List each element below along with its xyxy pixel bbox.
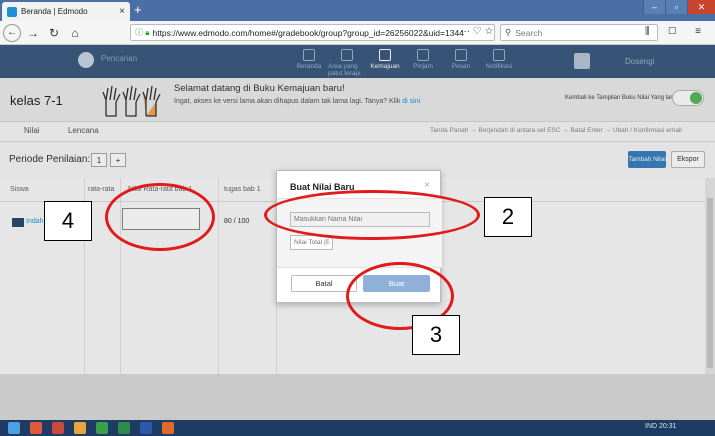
page-actions[interactable]: ··· ♡ ☆ — [460, 26, 493, 37]
browser-search-box[interactable]: ⚲ Search — [500, 24, 658, 41]
new-tab-button[interactable]: + — [134, 2, 142, 18]
folder-icon[interactable] — [74, 422, 86, 434]
search-placeholder: Search — [515, 27, 543, 38]
firefox-icon[interactable] — [162, 422, 174, 434]
lock-icon: ⓘ 🔒︎ — [135, 28, 150, 37]
excel-icon[interactable] — [118, 422, 130, 434]
tab-title: Beranda | Edmodo — [21, 7, 88, 16]
browser-tabstrip: Beranda | Edmodo × + – ▫ ✕ — [0, 0, 715, 21]
minimize-icon[interactable]: – — [643, 0, 665, 14]
maximize-icon[interactable]: ▫ — [665, 0, 687, 14]
forward-icon[interactable]: → — [24, 24, 42, 42]
start-icon[interactable] — [8, 422, 20, 434]
search-icon: ⚲ — [505, 27, 512, 37]
annotation-label-2: 2 — [484, 197, 532, 237]
annotation-ellipse-4 — [105, 183, 215, 251]
address-bar[interactable]: ⓘ 🔒︎ https://www.edmodo.com/home#/gradeb… — [130, 24, 495, 41]
reload-icon[interactable]: ↻ — [45, 24, 63, 42]
word-icon[interactable] — [140, 422, 152, 434]
chrome-icon[interactable] — [96, 422, 108, 434]
window-controls: – ▫ ✕ — [643, 0, 715, 14]
close-icon[interactable]: × — [424, 180, 430, 191]
app-icon[interactable] — [30, 422, 42, 434]
home-icon[interactable]: ⌂ — [66, 24, 84, 42]
browser-menu-tools[interactable]: ⫼ ▢ ≡ — [645, 26, 709, 37]
edmodo-favicon-icon — [7, 6, 17, 17]
os-taskbar: IND 20:31 — [0, 420, 715, 436]
annotation-label-4: 4 — [44, 201, 92, 241]
annotation-label-3: 3 — [412, 315, 460, 355]
browser-tab[interactable]: Beranda | Edmodo × — [2, 2, 130, 21]
system-tray: IND 20:31 — [645, 423, 677, 430]
close-window-icon[interactable]: ✕ — [687, 0, 715, 14]
back-icon[interactable]: ← — [3, 23, 21, 42]
url-text: https://www.edmodo.com/home#/gradebook/g… — [152, 27, 464, 38]
annotation-ellipse-2 — [264, 190, 480, 240]
browser-navbar: ← → ↻ ⌂ ⓘ 🔒︎ https://www.edmodo.com/home… — [0, 21, 715, 45]
tab-close-icon[interactable]: × — [119, 6, 125, 17]
powerpoint-icon[interactable] — [52, 422, 64, 434]
